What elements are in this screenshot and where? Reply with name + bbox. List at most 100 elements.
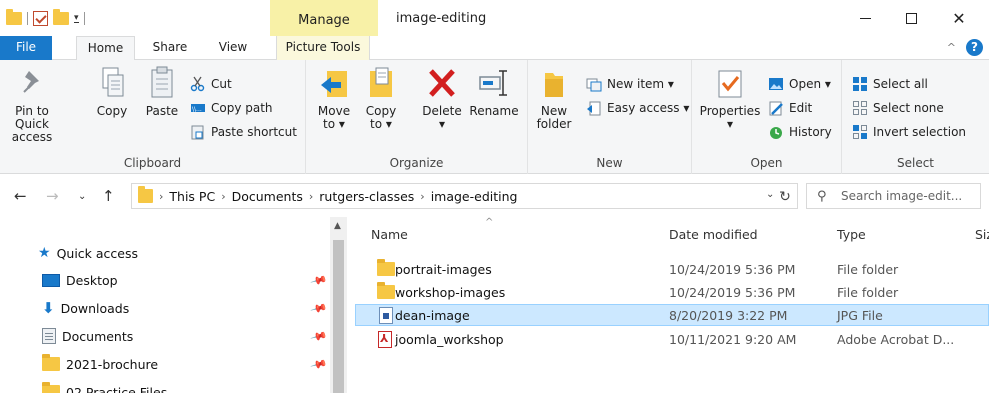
tab-picture-tools[interactable]: Picture Tools	[276, 36, 370, 60]
column-header-type[interactable]: Type	[837, 227, 866, 242]
scroll-up-chevron-icon[interactable]: ▲	[334, 221, 341, 231]
scrollbar-thumb[interactable]	[333, 240, 344, 393]
delete-dropdown-chevron-icon[interactable]: ▾	[420, 118, 464, 131]
nav-quick-access[interactable]: ★ Quick access	[38, 241, 138, 265]
invert-selection-button[interactable]: Invert selection	[852, 122, 966, 142]
manage-context-label[interactable]: Manage	[270, 13, 378, 28]
easy-access-button[interactable]: Easy access ▾	[586, 98, 689, 118]
recent-locations-chevron-icon[interactable]: ⌄	[78, 191, 86, 202]
new-folder-icon[interactable]	[53, 8, 69, 25]
pinned-icon: 📌	[309, 299, 329, 318]
column-header-name[interactable]: Name	[371, 227, 408, 242]
refresh-icon[interactable]: ↻	[772, 185, 798, 211]
file-type: Adobe Acrobat D...	[837, 331, 955, 347]
rename-label: Rename	[469, 104, 519, 118]
group-new: New folder New item ▾ Easy access ▾ New	[528, 60, 692, 174]
easy-access-icon	[586, 100, 602, 116]
group-label-organize: Organize	[389, 156, 444, 170]
copy-to-label-2: to ▾	[370, 117, 392, 131]
nav-scrollbar[interactable]: ▲	[330, 217, 347, 393]
paste-shortcut-label: Paste shortcut	[211, 125, 297, 139]
desktop-icon	[42, 273, 60, 287]
breadcrumb-separator-icon[interactable]: ›	[221, 190, 225, 203]
move-to-icon	[317, 65, 351, 101]
close-button[interactable]: ✕	[937, 4, 981, 32]
delete-button[interactable]: Delete ▾	[420, 65, 464, 131]
scissors-icon	[190, 76, 206, 92]
nav-downloads[interactable]: ⬇ Downloads	[42, 296, 129, 320]
copy-to-button[interactable]: Copy to ▾	[361, 65, 401, 131]
breadcrumb-image-editing[interactable]: image-editing	[431, 189, 518, 204]
pin-to-quick-access-button[interactable]: Pin to Quick access	[2, 65, 62, 144]
move-to-button[interactable]: Move to ▾	[314, 65, 354, 131]
new-item-label: New item ▾	[607, 77, 674, 91]
copy-button[interactable]: Copy	[92, 65, 132, 118]
select-all-button[interactable]: Select all	[852, 74, 928, 94]
nav-desktop[interactable]: Desktop	[42, 268, 118, 292]
tab-file[interactable]: File	[0, 36, 52, 60]
breadcrumb-documents[interactable]: Documents	[232, 189, 303, 204]
breadcrumb-separator-icon[interactable]: ›	[159, 190, 163, 203]
table-row[interactable]: joomla_workshop 10/11/2021 9:20 AM Adobe…	[355, 328, 989, 350]
paste-icon	[145, 65, 179, 101]
help-icon[interactable]: ?	[966, 39, 983, 56]
table-row[interactable]: workshop-images 10/24/2019 5:36 PM File …	[355, 281, 989, 303]
file-name: joomla_workshop	[395, 331, 504, 347]
copy-to-icon	[364, 65, 398, 101]
address-bar[interactable]: › This PC › Documents › rutgers-classes …	[131, 183, 798, 209]
customize-toolbar-chevron-icon[interactable]: ▾	[74, 13, 79, 23]
star-icon: ★	[38, 245, 51, 261]
maximize-button[interactable]	[889, 4, 933, 32]
forward-arrow-icon[interactable]: →	[46, 187, 59, 205]
nav-documents[interactable]: Documents	[42, 324, 133, 348]
select-none-icon	[852, 100, 868, 116]
paste-shortcut-button[interactable]: Paste shortcut	[190, 122, 297, 142]
search-input[interactable]: ⚲ Search image-edit...	[806, 183, 981, 209]
folder-icon	[377, 259, 395, 276]
file-name: portrait-images	[395, 261, 492, 277]
properties-check-icon[interactable]	[33, 10, 48, 26]
new-item-button[interactable]: New item ▾	[586, 74, 674, 94]
select-all-icon	[852, 76, 868, 92]
copy-path-button[interactable]: \\... Copy path	[190, 98, 273, 118]
invert-selection-label: Invert selection	[873, 125, 967, 139]
table-row[interactable]: dean-image 8/20/2019 3:22 PM JPG File	[355, 304, 989, 326]
open-button[interactable]: Open ▾	[768, 74, 831, 94]
tab-share[interactable]: Share	[147, 36, 193, 60]
breadcrumb-this-pc[interactable]: This PC	[169, 189, 215, 204]
edit-button[interactable]: Edit	[768, 98, 812, 118]
edit-pencil-icon	[768, 100, 784, 116]
file-explorer-window: ▾ Manage image-editing ✕ File Home Share…	[0, 0, 989, 393]
collapse-ribbon-chevron-icon[interactable]: ^	[947, 41, 956, 54]
paste-button[interactable]: Paste	[140, 65, 184, 118]
file-name: workshop-images	[395, 284, 506, 300]
history-button[interactable]: History	[768, 122, 832, 142]
file-name: dean-image	[395, 307, 470, 323]
column-header-size[interactable]: Size	[975, 227, 989, 242]
new-folder-button[interactable]: New folder	[534, 65, 574, 131]
up-arrow-icon[interactable]: ↑	[102, 187, 115, 205]
breadcrumb-separator-icon[interactable]: ›	[420, 190, 424, 203]
column-header-date-modified[interactable]: Date modified	[669, 227, 758, 242]
tab-home[interactable]: Home	[76, 36, 135, 61]
select-none-button[interactable]: Select none	[852, 98, 944, 118]
search-placeholder: Search image-edit...	[841, 189, 963, 203]
pdf-file-icon	[378, 330, 392, 348]
tab-view[interactable]: View	[210, 36, 256, 60]
folder-icon[interactable]	[6, 8, 22, 25]
rename-button[interactable]: Rename	[468, 65, 520, 118]
properties-dropdown-chevron-icon[interactable]: ▾	[698, 118, 762, 131]
breadcrumb-rutgers-classes[interactable]: rutgers-classes	[319, 189, 414, 204]
back-arrow-icon[interactable]: ←	[14, 187, 27, 205]
open-label: Open ▾	[789, 77, 831, 91]
breadcrumb-separator-icon[interactable]: ›	[309, 190, 313, 203]
minimize-button[interactable]	[843, 4, 887, 32]
ribbon: Pin to Quick access Copy Paste Cut \\...…	[0, 60, 989, 174]
table-row[interactable]: portrait-images 10/24/2019 5:36 PM File …	[355, 258, 989, 280]
invert-selection-icon	[852, 124, 868, 140]
properties-button[interactable]: Properties ▾	[698, 65, 762, 131]
nav-02-practice-files[interactable]: 02 Practice Files	[42, 380, 167, 393]
edit-label: Edit	[789, 101, 813, 115]
cut-button[interactable]: Cut	[190, 74, 232, 94]
nav-2021-brochure[interactable]: 2021-brochure	[42, 352, 158, 376]
